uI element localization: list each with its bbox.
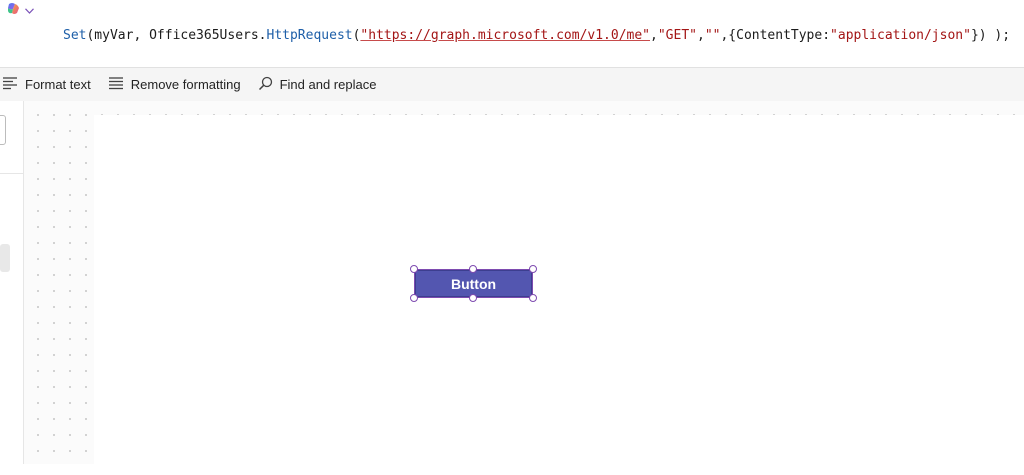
format-text-button[interactable]: Format text	[0, 68, 98, 101]
panel-scrollbar[interactable]	[0, 244, 10, 272]
formula-token: ,{ContentType:	[720, 28, 831, 43]
remove-formatting-icon	[108, 76, 124, 93]
canvas-button[interactable]: Button	[415, 270, 532, 297]
format-text-label: Format text	[25, 77, 91, 92]
panel-search-input[interactable]	[0, 115, 6, 145]
formula-token: "GET"	[657, 28, 697, 43]
search-icon	[258, 76, 273, 94]
resize-handle-top-right[interactable]	[529, 265, 537, 273]
formula-token: (myVar, Office365Users.	[86, 28, 267, 43]
chevron-down-icon	[25, 7, 34, 16]
formula-token: ""	[704, 28, 721, 43]
formula-token: "https://graph.microsoft.com/v1.0/me"	[360, 28, 651, 43]
find-replace-label: Find and replace	[279, 77, 377, 92]
copilot-button[interactable]	[6, 1, 34, 22]
resize-handle-top-left[interactable]	[410, 265, 418, 273]
resize-handle-bottom-left[interactable]	[410, 294, 418, 302]
canvas-button-label: Button	[450, 275, 497, 292]
remove-formatting-button[interactable]: Remove formatting	[106, 68, 248, 101]
formula-toolbar: Format text Remove formatting Find and r…	[0, 68, 1024, 102]
app-screen[interactable]: Button	[94, 115, 1024, 475]
formula-token: "application/json"	[830, 28, 971, 43]
formula-token: Set	[63, 28, 87, 43]
formula-editor[interactable]: Set(myVar, Office365Users.HttpRequest("h…	[63, 28, 1010, 43]
resize-handle-bottom-center[interactable]	[469, 294, 477, 302]
find-replace-button[interactable]: Find and replace	[256, 68, 384, 101]
canvas-area: Button	[24, 101, 1024, 475]
format-text-icon	[2, 76, 18, 93]
formula-token: ,	[696, 28, 705, 43]
formula-token: }) );	[970, 28, 1011, 43]
copilot-icon	[6, 1, 22, 22]
formula-token: HttpRequest	[266, 28, 353, 43]
resize-handle-top-center[interactable]	[469, 265, 477, 273]
panel-divider	[0, 173, 23, 174]
remove-formatting-label: Remove formatting	[130, 77, 241, 92]
resize-handle-bottom-right[interactable]	[529, 294, 537, 302]
formula-token: ,	[650, 28, 658, 43]
formula-bar: Set(myVar, Office365Users.HttpRequest("h…	[0, 0, 1024, 68]
tree-view-panel	[0, 101, 24, 464]
